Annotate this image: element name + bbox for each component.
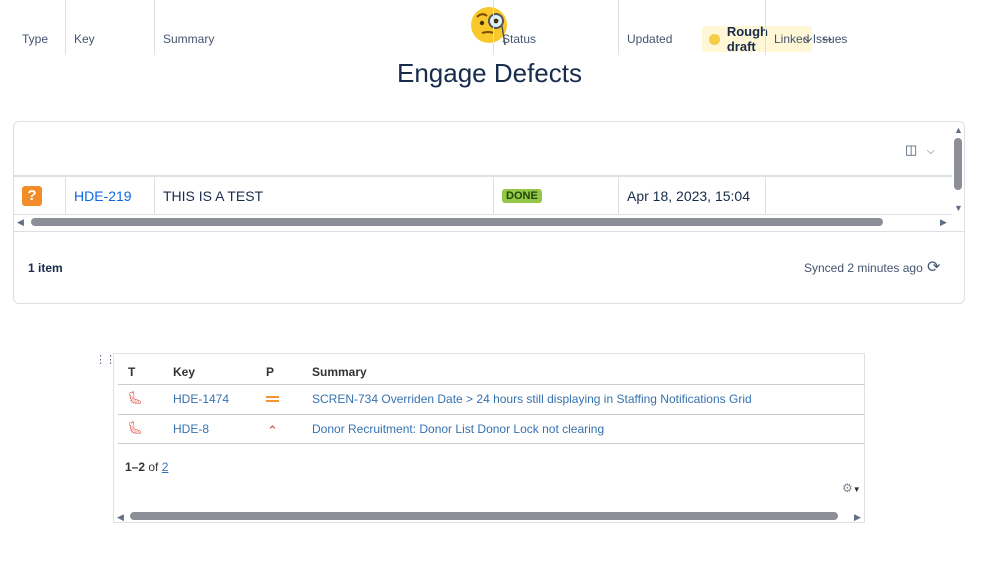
scroll-left-arrow-icon[interactable]: ◀ xyxy=(17,217,24,228)
column-header-type[interactable]: Type xyxy=(14,0,66,55)
macro-settings-button[interactable]: ⚙▼ xyxy=(842,481,861,495)
table-footer-divider xyxy=(14,231,964,232)
page-title: Engage Defects xyxy=(396,58,582,88)
macro-issue-key-link[interactable]: HDE-1474 xyxy=(173,392,229,406)
vertical-scrollbar[interactable] xyxy=(954,138,962,190)
macro-header-key: Key xyxy=(173,365,196,379)
macro-issue-summary-link[interactable]: SCREN-734 Overriden Date > 24 hours stil… xyxy=(312,392,752,406)
status-badge: DONE xyxy=(502,188,542,203)
refresh-icon[interactable]: ⟳ xyxy=(927,257,940,277)
item-count: 1 item xyxy=(28,261,63,275)
priority-medium-icon xyxy=(266,396,279,402)
issue-key-link[interactable]: HDE-219 xyxy=(74,188,132,204)
bug-icon: 🐛︎ xyxy=(127,390,144,405)
macro-header-priority: P xyxy=(266,365,275,379)
macro-row-divider xyxy=(118,443,865,444)
table-row-type-cell: ? xyxy=(14,177,66,214)
table-row-summary-cell: THIS IS A TEST xyxy=(155,177,494,214)
synced-timestamp: Synced 2 minutes ago xyxy=(804,261,923,275)
column-header-updated[interactable]: Updated xyxy=(619,0,766,55)
scroll-right-arrow-icon[interactable]: ▶ xyxy=(854,512,861,523)
columns-icon: ◫ xyxy=(905,142,918,157)
caret-down-icon: ▼ xyxy=(852,485,861,494)
macro-row-divider xyxy=(118,414,865,415)
macro-header-summary: Summary xyxy=(312,365,367,379)
horizontal-scrollbar[interactable] xyxy=(130,512,838,520)
table-row-linked-cell xyxy=(766,177,952,214)
table-row-updated-cell: Apr 18, 2023, 15:04 xyxy=(619,177,766,214)
row-divider xyxy=(14,214,952,215)
column-header-summary[interactable]: Summary xyxy=(155,0,494,55)
table-row-key-cell: HDE-219 xyxy=(66,177,155,214)
macro-header-type: T xyxy=(128,365,136,379)
scroll-right-arrow-icon[interactable]: ▶ xyxy=(940,217,947,228)
pagination-range: 1–2 xyxy=(125,460,146,474)
pagination-total-link[interactable]: 2 xyxy=(162,460,169,474)
column-header-key[interactable]: Key xyxy=(66,0,155,55)
horizontal-scrollbar[interactable] xyxy=(31,218,883,226)
macro-issue-summary-link[interactable]: Donor Recruitment: Donor List Donor Lock… xyxy=(312,422,604,436)
question-issue-type-icon: ? xyxy=(22,185,42,206)
gear-icon: ⚙ xyxy=(842,481,853,495)
scroll-left-arrow-icon[interactable]: ◀ xyxy=(117,512,124,523)
drag-handle-icon[interactable]: ⋮⋮ xyxy=(95,355,116,366)
jira-issues-macro xyxy=(113,353,865,523)
pagination-of: of xyxy=(148,460,159,474)
priority-high-icon: ⌃ xyxy=(267,423,278,438)
macro-pagination: 1–2 of 2 xyxy=(125,460,168,474)
chevron-down-icon: ⌵ xyxy=(926,146,935,157)
bug-icon: 🐛︎ xyxy=(127,420,144,435)
column-picker-button[interactable]: ◫ ⌵ xyxy=(905,142,935,158)
macro-issue-key-link[interactable]: HDE-8 xyxy=(173,422,209,436)
column-header-status[interactable]: Status xyxy=(494,0,619,55)
scroll-down-arrow-icon[interactable]: ▼ xyxy=(954,203,963,213)
macro-row-divider xyxy=(118,384,865,385)
table-row-status-cell: DONE xyxy=(494,177,619,214)
scroll-up-arrow-icon[interactable]: ▲ xyxy=(954,125,963,135)
column-header-linked-issues[interactable]: Linked Issues xyxy=(766,0,952,55)
